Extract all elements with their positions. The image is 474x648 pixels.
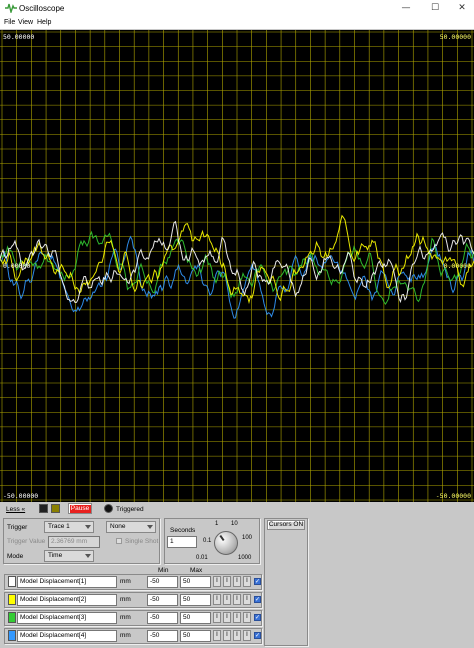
black-color-swatch[interactable] xyxy=(39,504,48,513)
trigger-edge-select[interactable]: None xyxy=(106,521,156,533)
trace-scale-up-icon[interactable]: I xyxy=(213,612,221,623)
trace-name-field[interactable]: Model Displacement[3] xyxy=(17,612,117,624)
trigger-value-field[interactable]: 2.36769 mm xyxy=(48,536,100,548)
menu-bar: File View Help xyxy=(0,17,474,29)
knob-tick-0-01: 0.01 xyxy=(196,555,208,561)
trace-max-input[interactable]: 50 xyxy=(180,594,211,606)
cursors-on-button[interactable]: Cursors ON xyxy=(267,520,305,530)
trace-color-swatch[interactable] xyxy=(8,630,16,641)
trace-visible-checkbox[interactable]: ✓ xyxy=(254,596,261,603)
trace-scale-up-icon[interactable]: I xyxy=(213,594,221,605)
trace-unit-label: mm xyxy=(120,596,131,603)
trace-min-input[interactable]: -50 xyxy=(147,576,178,588)
trace-max-input[interactable]: 50 xyxy=(180,612,211,624)
y-min-label-left: -50.00000 xyxy=(3,492,39,500)
window-title: Oscilloscope xyxy=(19,4,65,13)
close-button[interactable]: ✕ xyxy=(448,0,474,17)
trace-scale-up-icon[interactable]: I xyxy=(213,576,221,587)
trace-offset-icon[interactable]: I xyxy=(243,630,251,641)
single-shot-label: Single Shot xyxy=(125,538,159,545)
trace-name-field[interactable]: Model Displacement[2] xyxy=(17,594,117,606)
knob-tick-1: 1 xyxy=(215,521,219,527)
scope-plot xyxy=(0,30,474,502)
y-mid-label-right: 0.00000 xyxy=(443,262,471,270)
y-mid-label-left: 0.00000 xyxy=(3,262,31,270)
seconds-label: Seconds xyxy=(170,527,196,534)
seconds-input[interactable]: 1 xyxy=(167,536,197,548)
trace-scale-fit-icon[interactable]: I xyxy=(223,630,231,641)
triggered-label: Triggered xyxy=(116,506,144,513)
trace-scale-up-icon[interactable]: I xyxy=(213,630,221,641)
trace-scale-down-icon[interactable]: I xyxy=(233,630,241,641)
trace-scale-fit-icon[interactable]: I xyxy=(223,612,231,623)
max-header: Max xyxy=(190,567,203,574)
trace-visible-checkbox[interactable]: ✓ xyxy=(254,578,261,585)
chevron-down-icon xyxy=(85,525,91,529)
trace-unit-label: mm xyxy=(120,632,131,639)
grid-color-swatch[interactable] xyxy=(51,504,60,513)
mode-select[interactable]: Time xyxy=(44,550,94,562)
cursors-group xyxy=(264,518,308,646)
trace-unit-label: mm xyxy=(120,614,131,621)
trace-scale-down-icon[interactable]: I xyxy=(233,612,241,623)
trace-offset-icon[interactable]: I xyxy=(243,612,251,623)
trigger-value-label: Trigger Value xyxy=(7,538,46,545)
trace-offset-icon[interactable]: I xyxy=(243,576,251,587)
trigger-label: Trigger xyxy=(7,524,28,531)
trace-max-input[interactable]: 50 xyxy=(180,576,211,588)
single-shot-checkbox[interactable] xyxy=(116,538,122,544)
less-toggle-link[interactable]: Less « xyxy=(6,506,25,513)
menu-view[interactable]: View xyxy=(18,19,33,26)
title-bar: Oscilloscope — ☐ ✕ xyxy=(0,0,474,17)
trace-offset-icon[interactable]: I xyxy=(243,594,251,605)
trace-scale-down-icon[interactable]: I xyxy=(233,576,241,587)
trace-min-input[interactable]: -50 xyxy=(147,630,178,642)
trace-name-field[interactable]: Model Displacement[1] xyxy=(17,576,117,588)
y-min-label-right: -50.00000 xyxy=(435,492,471,500)
y-max-label-left: 50.00000 xyxy=(3,33,35,41)
knob-tick-100: 100 xyxy=(242,535,253,541)
trace-visible-checkbox[interactable]: ✓ xyxy=(254,614,261,621)
scope-display[interactable]: 50.00000 50.00000 0.00000 0.00000 -50.00… xyxy=(0,30,474,502)
triggered-indicator-icon xyxy=(104,504,113,513)
trace-visible-checkbox[interactable]: ✓ xyxy=(254,632,261,639)
y-max-label-right: 50.00000 xyxy=(439,33,471,41)
trace-min-input[interactable]: -50 xyxy=(147,612,178,624)
knob-tick-0-1: 0.1 xyxy=(203,538,212,544)
knob-pointer-icon xyxy=(219,534,225,542)
mode-label: Mode xyxy=(7,553,24,560)
trigger-source-select[interactable]: Trace 1 xyxy=(44,521,94,533)
timebase-knob[interactable] xyxy=(214,531,238,555)
trace-max-input[interactable]: 50 xyxy=(180,630,211,642)
trace-name-field[interactable]: Model Displacement[4] xyxy=(17,630,117,642)
trace-color-swatch[interactable] xyxy=(8,612,16,623)
maximize-button[interactable]: ☐ xyxy=(421,0,449,17)
trace-min-input[interactable]: -50 xyxy=(147,594,178,606)
chevron-down-icon xyxy=(147,525,153,529)
menu-help[interactable]: Help xyxy=(37,19,51,26)
trace-scale-fit-icon[interactable]: I xyxy=(223,594,231,605)
trace-scale-down-icon[interactable]: I xyxy=(233,594,241,605)
chevron-down-icon xyxy=(85,554,91,558)
knob-tick-10: 10 xyxy=(231,521,238,527)
control-panel: Less « Pause Triggered Trigger Trace 1 N… xyxy=(0,502,474,648)
trace-color-swatch[interactable] xyxy=(8,576,16,587)
menu-file[interactable]: File xyxy=(4,19,15,26)
minimize-button[interactable]: — xyxy=(392,0,420,17)
trace-scale-fit-icon[interactable]: I xyxy=(223,576,231,587)
oscilloscope-app-icon xyxy=(5,3,17,13)
trace-unit-label: mm xyxy=(120,578,131,585)
trace-color-swatch[interactable] xyxy=(8,594,16,605)
knob-tick-1000: 1000 xyxy=(238,555,252,561)
min-header: Min xyxy=(158,567,169,574)
pause-button[interactable]: Pause xyxy=(68,503,92,514)
